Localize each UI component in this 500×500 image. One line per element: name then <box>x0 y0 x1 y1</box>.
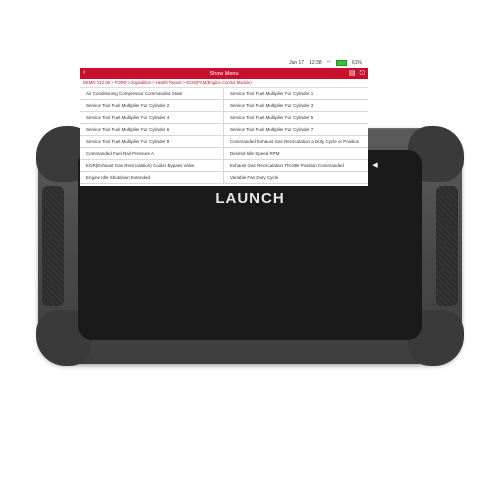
back-nav-icon[interactable]: ◀ <box>372 161 377 169</box>
android-nav-bar: ● ▣ ◀ <box>368 58 382 186</box>
device-screen: Jun 17 12:38 ◠ 61% ‹ Show Menu ▤ ⎋ DEMO … <box>80 58 368 186</box>
list-item[interactable]: Service Tool Fuel Multiplier For Cylinde… <box>224 124 368 136</box>
brand-logo: LAUNCH <box>0 190 500 207</box>
page-title: Show Menu <box>209 70 239 77</box>
battery-level: 61% <box>351 60 362 66</box>
list-item[interactable]: Commanded Fuel Rail Pressure A <box>80 148 224 160</box>
breadcrumb: DEMO V12.06 > FORD > Expedition > Health… <box>80 79 368 88</box>
list-item[interactable]: Service Tool Fuel Multiplier For Cylinde… <box>224 112 368 124</box>
list-item[interactable]: EGR(Exhaust Gas Recirculation) Cooler By… <box>80 160 224 172</box>
title-bar: ‹ Show Menu ▤ ⎋ <box>80 68 368 79</box>
list-item[interactable]: Engine Idle Shutdown Extended <box>80 172 224 184</box>
list-item[interactable]: Service Tool Fuel Multiplier For Cylinde… <box>80 136 224 148</box>
list-item[interactable]: Desired Idle Speed RPM <box>224 148 368 160</box>
list-item[interactable]: Commanded Exhaust Gas Recirculation a Du… <box>224 136 368 148</box>
status-time: 12:38 <box>309 60 322 66</box>
back-icon[interactable]: ‹ <box>83 69 85 76</box>
list-item[interactable]: Exhaust Gas Recirculation Throttle Posit… <box>224 160 368 172</box>
brand-text: LAUNCH <box>215 190 285 207</box>
report-icon[interactable]: ▤ <box>349 69 356 78</box>
battery-icon <box>335 60 347 66</box>
list-item[interactable]: Service Tool Fuel Multiplier For Cylinde… <box>224 88 368 100</box>
home-dot-icon[interactable]: ● <box>373 76 377 83</box>
status-bar: Jun 17 12:38 ◠ 61% <box>80 58 368 68</box>
exit-icon[interactable]: ⎋ <box>359 69 365 78</box>
status-date: Jun 17 <box>289 60 305 66</box>
wifi-icon: ◠ <box>326 60 331 66</box>
list-item[interactable]: Service Tool Fuel Multiplier For Cylinde… <box>80 112 224 124</box>
list-item[interactable]: Service Tool Fuel Multiplier For Cylinde… <box>80 124 224 136</box>
list-item[interactable]: Service Tool Fuel Multiplier For Cylinde… <box>80 100 224 112</box>
gallery-icon[interactable]: ▣ <box>372 118 379 126</box>
list-item[interactable]: Variable Fan Duty Cycle <box>224 172 368 184</box>
list-item[interactable]: Air Conditioning Compressor Commanded St… <box>80 88 224 100</box>
list-item[interactable]: Service Tool Fuel Multiplier For Cylinde… <box>224 100 368 112</box>
data-stream-list: Air Conditioning Compressor Commanded St… <box>80 88 368 184</box>
